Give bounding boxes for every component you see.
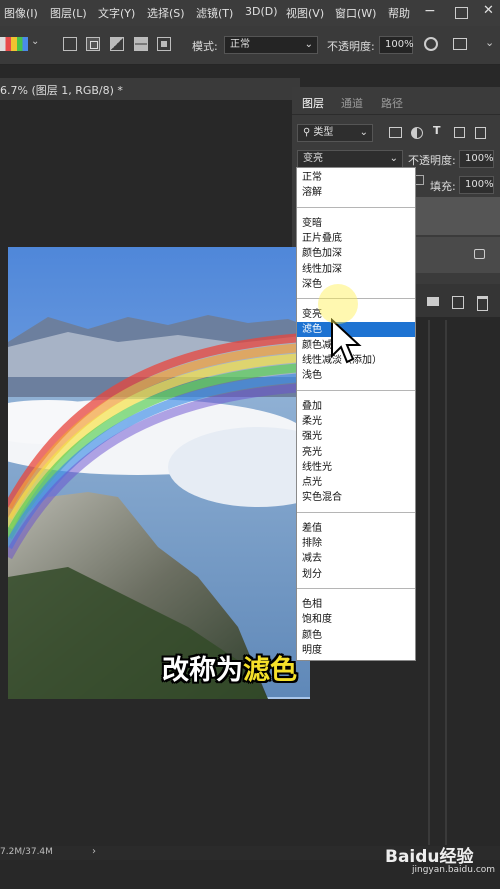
blend-mode-option[interactable]: 线性光 <box>297 460 415 475</box>
blend-mode-option[interactable]: 排除 <box>297 536 415 551</box>
video-caption: 改称为滤色 <box>162 655 297 686</box>
gradient-swatch[interactable] <box>0 37 28 51</box>
menu-image[interactable]: 图像(I) <box>4 5 38 21</box>
watermark-logo: Baidu经验 <box>385 847 474 867</box>
opacity-label: 不透明度: <box>327 40 375 53</box>
blend-mode-option[interactable]: 颜色 <box>297 628 415 643</box>
chevron-down-icon[interactable]: ⌄ <box>31 36 39 47</box>
blend-mode-option[interactable]: 变暗 <box>297 216 415 231</box>
panel-divider <box>428 320 430 845</box>
tab-paths[interactable]: 路径 <box>381 95 403 111</box>
menu-separator <box>297 511 415 513</box>
trash-icon[interactable] <box>477 296 488 311</box>
canvas-image[interactable] <box>8 247 310 699</box>
doc-size: 7.2M/37.4M <box>0 847 53 857</box>
blend-mode-option[interactable]: 实色混合 <box>297 490 415 505</box>
blend-mode-option[interactable]: 正片叠底 <box>297 231 415 246</box>
lock-icon <box>474 249 485 259</box>
layer-opacity-input[interactable]: 100% <box>459 150 494 168</box>
blend-mode-option[interactable]: 亮光 <box>297 445 415 460</box>
linear-gradient-icon[interactable] <box>63 37 77 51</box>
landscape-photo <box>8 247 310 699</box>
smart-object-filter-icon[interactable] <box>475 127 486 139</box>
chevron-down-icon[interactable]: ⌄ <box>485 36 494 49</box>
blend-mode-option[interactable]: 划分 <box>297 567 415 582</box>
diamond-gradient-icon[interactable] <box>157 37 171 51</box>
options-bar: ⌄ 模式: 正常 ⌄ 不透明度: 100% ⌄ <box>0 26 500 65</box>
radial-gradient-icon[interactable] <box>86 37 100 51</box>
new-layer-icon[interactable] <box>452 296 464 309</box>
blend-mode-option[interactable]: 叠加 <box>297 399 415 414</box>
blend-mode-option[interactable]: 点光 <box>297 475 415 490</box>
mode-label: 模式: <box>192 40 218 53</box>
tab-channels[interactable]: 通道 <box>341 95 363 111</box>
blend-mode-option[interactable]: 正常 <box>297 170 415 185</box>
watermark-url: jingyan.baidu.com <box>412 865 496 875</box>
menu-separator <box>297 389 415 391</box>
panel-divider <box>445 320 447 845</box>
fill-label: 填充: <box>430 180 456 193</box>
document-title: 6.7% (图层 1, RGB/8) * <box>0 84 123 97</box>
blend-mode-option[interactable]: 色相 <box>297 597 415 612</box>
minimize-icon[interactable]: − <box>424 3 436 19</box>
blend-mode-option[interactable]: 饱和度 <box>297 612 415 627</box>
fill-input[interactable]: 100% <box>459 176 494 194</box>
divider <box>292 114 500 115</box>
angle-gradient-icon[interactable] <box>110 37 124 51</box>
blend-mode-option[interactable]: 深色 <box>297 277 415 292</box>
blend-mode-option[interactable]: 强光 <box>297 429 415 444</box>
layer-row-background[interactable] <box>412 237 500 273</box>
cursor-highlight <box>318 284 358 324</box>
blend-mode-dropdown: 正常 溶解 变暗 正片叠底 颜色加深 线性加深 深色 变亮 滤色 颜色减淡 线性减淡（添加） 浅色 叠加… <box>296 167 416 661</box>
group-folder-icon[interactable] <box>427 297 439 306</box>
blend-mode-option[interactable]: 颜色加深 <box>297 246 415 261</box>
menu-separator <box>297 587 415 589</box>
opacity-input[interactable]: 100% <box>379 36 414 54</box>
reflected-gradient-icon[interactable] <box>134 37 148 51</box>
menu-view[interactable]: 视图(V) <box>286 5 324 21</box>
blend-mode-option[interactable]: 线性加深 <box>297 262 415 277</box>
workspace-icon[interactable] <box>453 38 467 50</box>
blend-mode-option[interactable]: 明度 <box>297 643 415 658</box>
tab-layers[interactable]: 图层 <box>302 95 324 111</box>
image-filter-icon[interactable] <box>389 127 402 138</box>
restore-icon[interactable] <box>455 7 468 19</box>
mode-select[interactable]: 正常 ⌄ <box>224 36 318 54</box>
menu-layer[interactable]: 图层(L) <box>50 5 87 21</box>
blend-mode-option[interactable]: 柔光 <box>297 414 415 429</box>
layer-filter-select[interactable]: ⚲ 类型 ⌄ <box>297 124 373 142</box>
blend-mode-option[interactable]: 差值 <box>297 521 415 536</box>
opacity-label: 不透明度: <box>408 154 456 167</box>
blend-mode-option[interactable]: 溶解 <box>297 185 415 200</box>
chevron-right-icon[interactable]: › <box>92 846 96 857</box>
menu-separator <box>297 206 415 208</box>
type-filter-icon[interactable]: T <box>433 124 441 137</box>
shape-filter-icon[interactable] <box>454 127 465 138</box>
adjustment-filter-icon[interactable] <box>411 127 423 139</box>
menu-3d[interactable]: 3D(D) <box>245 5 278 18</box>
menu-bar: 图像(I) 图层(L) 文字(Y) 选择(S) 滤镜(T) 3D(D) 视图(V… <box>0 0 500 26</box>
blend-mode-option[interactable]: 减去 <box>297 551 415 566</box>
menu-help[interactable]: 帮助 <box>388 5 410 21</box>
menu-filter[interactable]: 滤镜(T) <box>196 5 233 21</box>
search-icon[interactable] <box>424 37 438 51</box>
menu-select[interactable]: 选择(S) <box>147 5 185 21</box>
document-tab[interactable]: 6.7% (图层 1, RGB/8) * <box>0 78 300 100</box>
layer-row-selected[interactable] <box>412 197 500 235</box>
blend-mode-option[interactable]: 浅色 <box>297 368 415 383</box>
menu-window[interactable]: 窗口(W) <box>335 5 376 21</box>
menu-type[interactable]: 文字(Y) <box>98 5 135 21</box>
close-icon[interactable]: ✕ <box>483 3 494 18</box>
mouse-cursor-icon <box>331 318 362 364</box>
blend-mode-select[interactable]: 变亮 ⌄ <box>297 150 403 168</box>
